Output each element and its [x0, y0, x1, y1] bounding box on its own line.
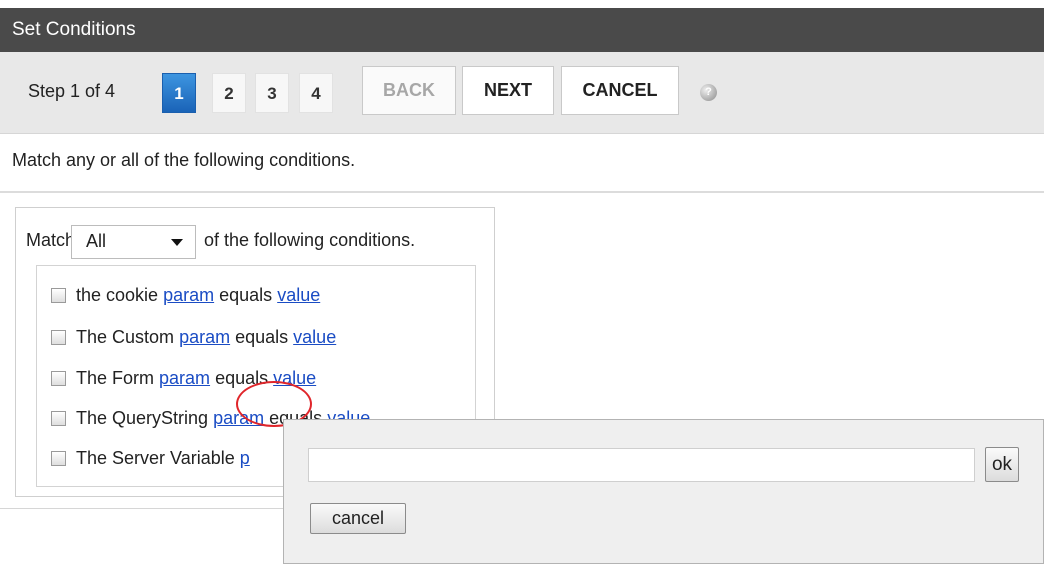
condition-checkbox[interactable]: [51, 288, 66, 303]
condition-prefix: The QueryString: [76, 408, 209, 428]
condition-prefix: The Custom: [76, 327, 175, 347]
divider: [0, 191, 1044, 193]
instructions-text: Match any or all of the following condit…: [12, 150, 356, 170]
condition-checkbox[interactable]: [51, 451, 66, 466]
param-link[interactable]: p: [240, 448, 250, 468]
condition-checkbox[interactable]: [51, 371, 66, 386]
match-suffix-label: of the following conditions.: [204, 230, 416, 250]
param-link[interactable]: param: [179, 327, 230, 347]
condition-operator: equals: [219, 285, 273, 305]
param-link[interactable]: param: [159, 368, 210, 388]
condition-checkbox[interactable]: [51, 411, 66, 426]
next-button[interactable]: NEXT: [462, 66, 554, 115]
step-indicator: Step 1 of 4: [28, 81, 116, 101]
condition-cookie: the cookie param equals value: [51, 282, 320, 308]
back-button[interactable]: BACK: [362, 66, 456, 115]
popup-cancel-button[interactable]: cancel: [310, 503, 406, 534]
cancel-button[interactable]: CANCEL: [561, 66, 679, 115]
ok-button[interactable]: ok: [985, 447, 1019, 482]
condition-server-variable: The Server Variable p: [51, 445, 250, 471]
match-mode-value: All: [86, 231, 107, 251]
param-value-input[interactable]: [308, 448, 975, 482]
divider: [0, 508, 283, 509]
condition-prefix: The Server Variable: [76, 448, 235, 468]
value-link[interactable]: value: [277, 285, 320, 305]
condition-prefix: The Form: [76, 368, 155, 388]
condition-custom: The Custom param equals value: [51, 324, 336, 350]
condition-operator: equals: [235, 327, 289, 347]
step-1-button[interactable]: 1: [162, 73, 196, 113]
condition-prefix: the cookie: [76, 285, 159, 305]
value-link[interactable]: value: [293, 327, 336, 347]
condition-checkbox[interactable]: [51, 330, 66, 345]
dialog-title: Set Conditions: [0, 8, 1044, 52]
match-mode-select[interactable]: All: [71, 225, 196, 259]
step-3-button[interactable]: 3: [255, 73, 289, 113]
step-2-button[interactable]: 2: [212, 73, 246, 113]
help-icon[interactable]: ?: [700, 84, 717, 101]
param-link[interactable]: param: [163, 285, 214, 305]
step-4-button[interactable]: 4: [299, 73, 333, 113]
chevron-down-icon: [171, 239, 183, 246]
param-edit-popup: ok cancel: [283, 419, 1044, 564]
wizard-toolbar: Step 1 of 4 1 2 3 4 BACK NEXT CANCEL ?: [0, 52, 1044, 134]
